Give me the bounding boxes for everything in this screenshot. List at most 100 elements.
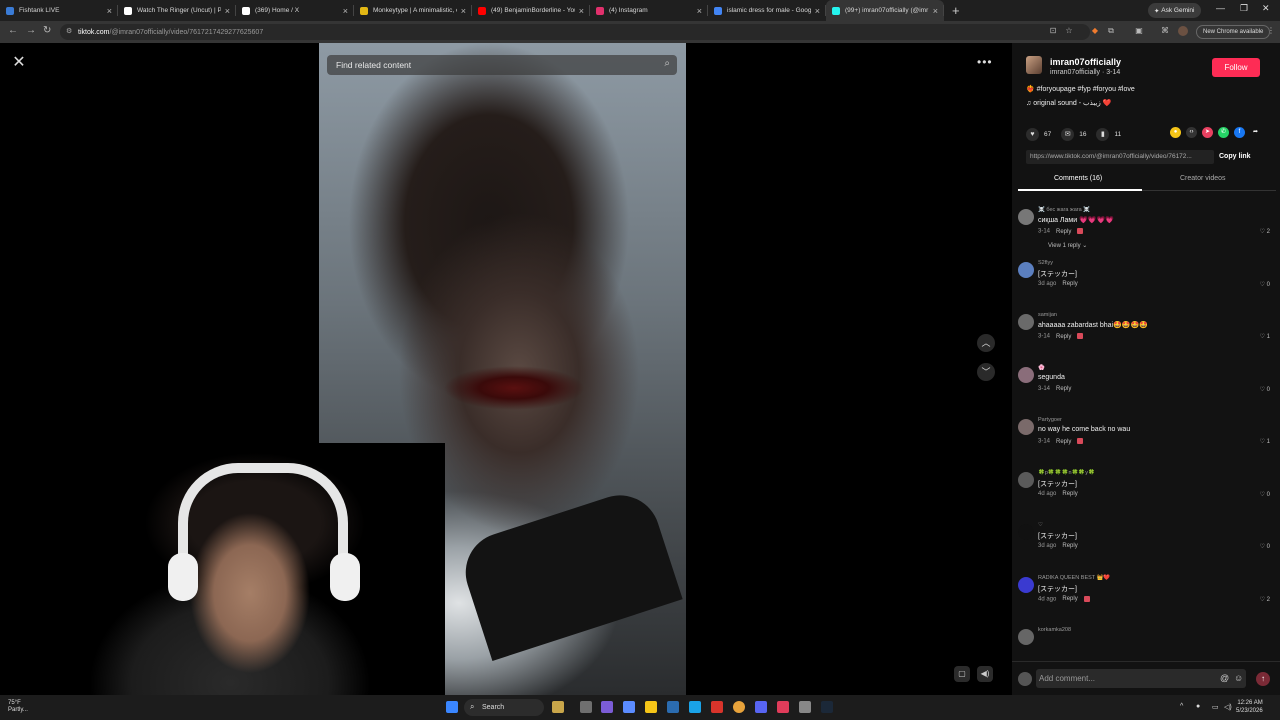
browser-tab[interactable]: (369) Home / X × [236,0,354,21]
comment-avatar[interactable] [1018,366,1034,383]
tab-close-icon[interactable]: × [107,6,112,16]
save-button[interactable]: ▮ 11 [1096,127,1121,141]
reply-button[interactable]: Reply [1056,334,1071,340]
browser-tab[interactable]: (99+) imran07officially (@imr × [826,0,944,21]
comment-username[interactable]: samijan [1038,312,1057,318]
install-icon[interactable]: ⊡ [1048,26,1058,36]
comment-like-button[interactable]: ♡ 0 [1260,491,1270,498]
ask-gemini-button[interactable]: ✦ Ask Gemini [1148,3,1201,18]
tab-comments[interactable]: Comments (16) [1054,175,1102,182]
sidepanel-icon[interactable]: ▣ [1134,26,1144,36]
comment-avatar[interactable] [1018,314,1034,330]
follow-button[interactable]: Follow [1212,58,1260,77]
reply-button[interactable]: Reply [1062,491,1077,497]
comment-username[interactable]: Partygoer [1038,417,1062,423]
copy-link-button[interactable]: Copy link [1219,150,1251,164]
network-icon[interactable]: ▭ [1212,703,1219,711]
reply-button[interactable]: Reply [1062,596,1077,602]
post-comment-button[interactable]: ↑ [1256,672,1270,686]
share-coin-icon[interactable]: ● [1170,127,1181,138]
extensions-puzzle-icon[interactable]: ⧉ [1106,26,1116,36]
embed-icon[interactable]: ‹› [1186,127,1197,138]
bookmark-star-icon[interactable]: ☆ [1064,26,1074,36]
comment-username[interactable]: korkamka208 [1038,627,1071,633]
share-send-icon[interactable]: ➤ [1202,127,1213,138]
comment-avatar[interactable] [1018,576,1034,593]
reply-button[interactable]: Reply [1056,439,1071,445]
url-field[interactable]: ⚙ tiktok.com/@imran07officially/video/76… [60,24,1090,40]
reply-button[interactable]: Reply [1056,386,1071,392]
mini-player-icon[interactable]: ▢ [954,666,970,682]
store-icon[interactable] [667,701,679,713]
browser-tab[interactable]: Watch The Ringer (Uncut) | Prime × [118,0,236,21]
next-video-icon[interactable]: ﹀ [977,363,995,381]
taskbar-search[interactable]: ⌕ Search [464,699,544,716]
chrome-menu-icon[interactable]: ⋮ [1266,26,1276,36]
comment-avatar[interactable] [1018,524,1034,540]
cast-icon[interactable]: ⌘ [1160,26,1170,36]
comment-username[interactable]: RADIKA QUEEN BEST 👑❤️ [1038,575,1110,581]
app-icon-3[interactable] [711,701,723,713]
comment-username[interactable]: 🌸 [1038,365,1045,371]
creator-username[interactable]: imran07officially [1050,57,1121,67]
facebook-icon[interactable]: f [1234,127,1245,138]
sound-link[interactable]: ♫ original sound - زیبذب ❤️ [1026,99,1111,107]
tab-creator-videos[interactable]: Creator videos [1180,175,1226,182]
site-info-icon[interactable]: ⚙ [66,27,72,35]
comment-avatar[interactable] [1018,471,1034,488]
comment-username[interactable]: ☠️ бес жага жага ☠️ [1038,207,1090,213]
tab-close-icon[interactable]: × [815,6,820,16]
app-icon-5[interactable] [799,701,811,713]
tray-expand-icon[interactable]: ^ [1180,703,1183,710]
emoji-icon[interactable]: ☺ [1234,673,1243,683]
tab-close-icon[interactable]: × [579,6,584,16]
reply-button[interactable]: Reply [1062,543,1077,549]
app-icon-1[interactable] [601,701,613,713]
minimize-icon[interactable]: — [1216,3,1225,13]
app-icon-2[interactable] [623,701,635,713]
mention-icon[interactable]: @ [1220,673,1229,683]
tab-close-icon[interactable]: × [461,6,466,16]
app-icon-4[interactable] [777,701,789,713]
reply-button[interactable]: Reply [1062,281,1077,287]
find-related-search[interactable]: Find related content ⌕ [327,55,677,75]
comment-like-button[interactable]: ♡ 0 [1260,281,1270,288]
start-icon[interactable] [446,701,458,713]
steam-icon[interactable] [821,701,833,713]
speaker-icon[interactable]: ◁) [1224,703,1232,711]
comment-like-button[interactable]: ♡ 0 [1260,386,1270,393]
comment-avatar[interactable] [1018,419,1034,435]
like-button[interactable]: ♥ 67 [1026,127,1051,141]
comment-like-button[interactable]: ♡ 2 [1260,228,1270,235]
browser-tab[interactable]: Fishtank LIVE × [0,0,118,21]
edge-icon[interactable] [689,701,701,713]
more-options-icon[interactable]: ••• [977,55,993,69]
close-video-icon[interactable]: ✕ [10,54,28,72]
tab-close-icon[interactable]: × [343,6,348,16]
browser-tab[interactable]: islamic dress for male - Google S × [708,0,826,21]
browser-tab[interactable]: (4) Instagram × [590,0,708,21]
taskbar-clock[interactable]: 12:26 AM 5/23/2026 [1236,699,1263,715]
comment-avatar[interactable] [1018,261,1034,278]
reply-button[interactable]: Reply [1056,229,1071,235]
comment-username[interactable]: ♡ [1038,522,1043,528]
comment-username[interactable]: S2flyy [1038,260,1053,266]
comment-like-button[interactable]: ♡ 2 [1260,596,1270,603]
whatsapp-icon[interactable]: ✆ [1218,127,1229,138]
chrome-icon[interactable] [733,701,745,713]
new-tab-button[interactable]: + [952,3,960,18]
reload-icon[interactable]: ↻ [43,25,51,36]
task-view-icon[interactable] [580,701,592,713]
browser-tab[interactable]: Monkeytype | A minimalistic, cus × [354,0,472,21]
extension-icon[interactable]: ◆ [1090,26,1100,36]
share-more-icon[interactable]: ➦ [1250,127,1261,138]
comment-avatar[interactable] [1018,629,1034,645]
tab-close-icon[interactable]: × [933,6,938,16]
tray-mic-icon[interactable]: ● [1196,703,1200,710]
comment-avatar[interactable] [1018,209,1034,225]
comment-button[interactable]: ✉ 16 [1061,127,1086,141]
forward-icon[interactable]: → [26,25,36,36]
view-replies-button[interactable]: View 1 reply ⌄ [1048,242,1087,249]
add-comment-input[interactable]: Add comment... [1036,669,1246,688]
discord-icon[interactable] [755,701,767,713]
